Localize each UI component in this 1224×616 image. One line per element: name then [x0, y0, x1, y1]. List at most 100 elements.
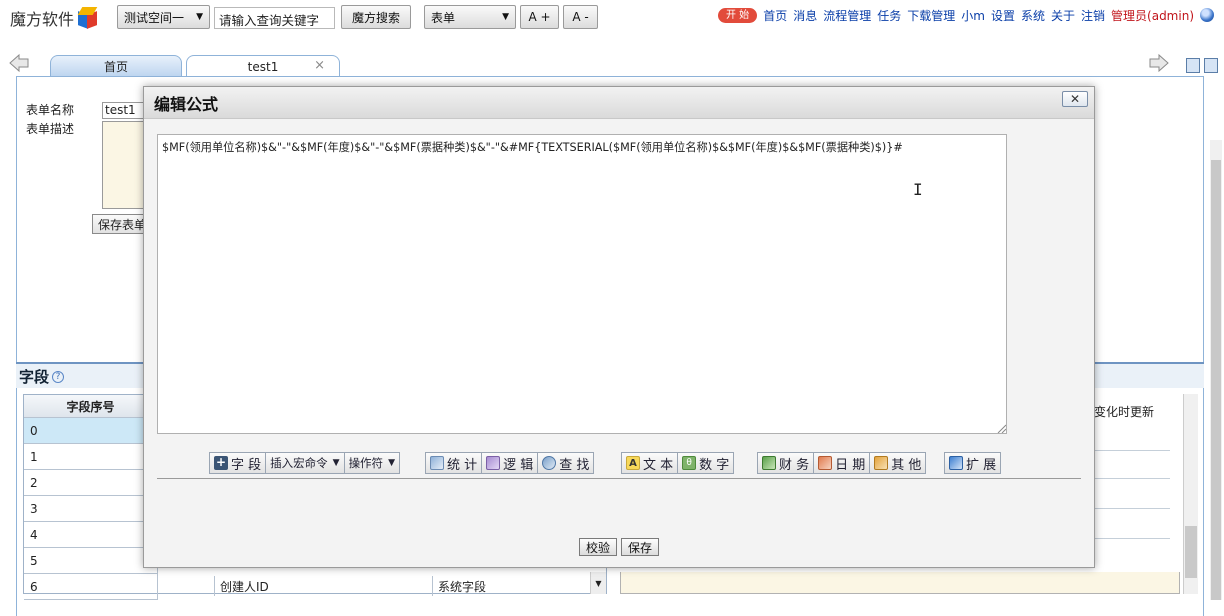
- number-icon: θ: [682, 456, 697, 470]
- row-index: 1: [30, 449, 38, 464]
- tab-test1[interactable]: test1 ×: [186, 55, 340, 77]
- date-button[interactable]: 日 期: [813, 452, 871, 474]
- dialog-divider: [157, 478, 1081, 479]
- row-index: 0: [30, 423, 38, 438]
- nav-settings[interactable]: 设置: [991, 7, 1015, 24]
- stats-button[interactable]: 统 计: [425, 452, 483, 474]
- finance-button[interactable]: 财 务: [757, 452, 815, 474]
- plus-icon: +: [214, 455, 228, 470]
- text-button[interactable]: A 文 本: [621, 452, 679, 474]
- text-cursor-icon: I: [913, 180, 923, 199]
- dialog-title-text: 编辑公式: [154, 94, 219, 114]
- search-button[interactable]: 魔方搜索: [341, 5, 411, 29]
- close-icon[interactable]: ×: [314, 58, 325, 73]
- logic-button[interactable]: 逻 辑: [481, 452, 539, 474]
- table-row[interactable]: 1: [24, 444, 158, 470]
- tab-test1-label: test1: [247, 59, 279, 74]
- type-select-value: 表单: [431, 10, 456, 25]
- toolbar-group-misc: 财 务 日 期 其 他: [757, 452, 927, 474]
- magnifier-icon: [542, 456, 557, 470]
- table-row[interactable]: 2: [24, 470, 158, 496]
- table-row[interactable]: 6: [24, 574, 158, 600]
- font-decrease-button[interactable]: A -: [563, 5, 598, 29]
- tab-home-label: 首页: [103, 60, 128, 74]
- logic-label: 逻 辑: [503, 457, 534, 473]
- chevron-down-icon: ▼: [502, 12, 509, 22]
- field-button-label: 字 段: [231, 457, 262, 473]
- operator-button[interactable]: 操作符 ▼: [343, 452, 400, 474]
- nav-downloads[interactable]: 下载管理: [907, 7, 955, 24]
- operator-label: 操作符: [348, 456, 384, 470]
- nav-home[interactable]: 首页: [763, 7, 787, 24]
- property-panel: [620, 572, 1180, 594]
- text-label: 文 本: [643, 457, 674, 473]
- top-bar: 魔方软件 测试空间一 ▼ 请输入查询关键字 魔方搜索 表单 ▼ A + A - …: [0, 0, 1224, 40]
- cube-logo-icon: [76, 7, 98, 29]
- nav-about[interactable]: 关于: [1051, 7, 1075, 24]
- table-row[interactable]: 3: [24, 496, 158, 522]
- nav-user[interactable]: 管理员(admin): [1111, 7, 1194, 24]
- search-input[interactable]: 请输入查询关键字: [214, 7, 335, 29]
- workspace-select[interactable]: 测试空间一 ▼: [117, 5, 210, 29]
- number-button[interactable]: θ 数 字: [677, 452, 735, 474]
- page-scrollbar[interactable]: [1210, 140, 1222, 600]
- formula-editor[interactable]: $MF(领用单位名称)$&"-"&$MF(年度)$&"-"&$MF(票据种类)$…: [157, 134, 1007, 434]
- stats-label: 统 计: [447, 457, 478, 473]
- finance-icon: [762, 456, 776, 470]
- nav-system[interactable]: 系统: [1021, 7, 1045, 24]
- nav-xiao-m[interactable]: 小m: [961, 7, 985, 24]
- tab-home[interactable]: 首页: [50, 55, 182, 77]
- font-increase-button[interactable]: A +: [520, 5, 559, 29]
- validate-button[interactable]: 校验: [579, 538, 617, 556]
- table-row[interactable]: 0: [24, 418, 158, 444]
- chart-icon: [430, 456, 444, 470]
- edit-formula-dialog: 编辑公式 ✕ $MF(领用单位名称)$&"-"&$MF(年度)$&"-"&$MF…: [143, 86, 1095, 568]
- row-index: 5: [30, 553, 38, 568]
- text-icon: A: [626, 456, 640, 470]
- other-label: 其 他: [891, 457, 922, 473]
- close-icon[interactable]: ✕: [1062, 91, 1088, 107]
- number-label: 数 字: [699, 457, 730, 473]
- table-row[interactable]: 5: [24, 548, 158, 574]
- extend-button[interactable]: 扩 展: [944, 452, 1002, 474]
- arrow-right-icon[interactable]: [1148, 53, 1170, 73]
- nav-workflow[interactable]: 流程管理: [823, 7, 871, 24]
- arrow-left-icon[interactable]: [8, 53, 30, 73]
- chevron-down-icon: ▼: [196, 12, 203, 22]
- finance-label: 财 务: [779, 457, 810, 473]
- field-button[interactable]: + 字 段: [209, 452, 267, 474]
- other-button[interactable]: 其 他: [869, 452, 927, 474]
- info-icon: [949, 456, 963, 470]
- right-panel-scrollbar[interactable]: [1183, 394, 1198, 594]
- row-index: 4: [30, 527, 38, 542]
- books-icon: [874, 456, 889, 470]
- list-view-icon[interactable]: [1204, 58, 1218, 73]
- globe-icon[interactable]: [1200, 8, 1214, 22]
- nav-messages[interactable]: 消息: [793, 7, 817, 24]
- nav-tasks[interactable]: 任务: [877, 7, 901, 24]
- brand-logo[interactable]: 魔方软件: [10, 6, 98, 30]
- save-icon[interactable]: [1186, 58, 1200, 73]
- start-button[interactable]: 开 始: [718, 7, 758, 23]
- row6-field-name: 创建人ID: [214, 576, 432, 596]
- chevron-down-icon[interactable]: ▼: [590, 572, 606, 594]
- table-row[interactable]: 4: [24, 522, 158, 548]
- help-icon[interactable]: ?: [52, 370, 65, 383]
- nav-logout[interactable]: 注销: [1081, 7, 1105, 24]
- workspace-select-value: 测试空间一: [124, 10, 185, 25]
- top-nav: 开 始 首页 消息 流程管理 任务 下载管理 小m 设置 系统 关于 注销 管理…: [718, 6, 1214, 24]
- column-header-field-index[interactable]: 字段序号: [24, 395, 158, 418]
- form-name-label: 表单名称: [26, 103, 75, 117]
- fields-title-text: 字段: [19, 368, 50, 386]
- window-tools: [1186, 58, 1218, 73]
- right-column-text: 变化时更新: [1094, 405, 1155, 419]
- save-button[interactable]: 保存: [621, 538, 659, 556]
- extend-label: 扩 展: [966, 457, 997, 473]
- chevron-down-icon: ▼: [388, 458, 395, 468]
- insert-macro-button[interactable]: 插入宏命令 ▼: [265, 452, 345, 474]
- type-select[interactable]: 表单 ▼: [424, 5, 516, 29]
- toolbar-group-functions: 统 计 逻 辑 查 找: [425, 452, 595, 474]
- resize-grip-icon[interactable]: [996, 423, 1006, 433]
- find-button[interactable]: 查 找: [537, 452, 595, 474]
- toolbar-group-extend: 扩 展: [944, 452, 1002, 474]
